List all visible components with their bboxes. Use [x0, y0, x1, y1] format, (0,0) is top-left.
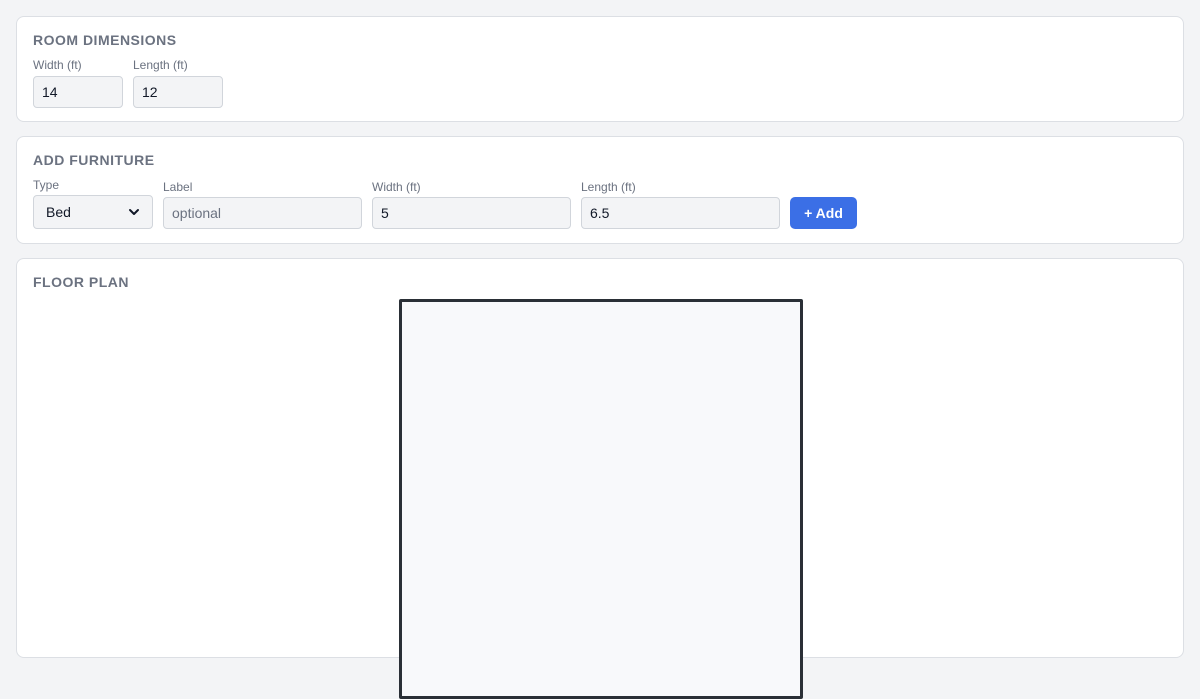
room-length-input[interactable]: [133, 76, 223, 108]
floor-plan-title: FLOOR PLAN: [33, 274, 129, 290]
furniture-type-value: Bed: [46, 204, 71, 220]
room-dimensions-card: ROOM DIMENSIONS Width (ft) Length (ft): [16, 16, 1184, 122]
add-furniture-button[interactable]: + Add: [790, 197, 857, 229]
furniture-length-input[interactable]: [581, 197, 780, 229]
furniture-width-input[interactable]: [372, 197, 571, 229]
furniture-label-input[interactable]: [163, 197, 362, 229]
furniture-width-label: Width (ft): [372, 180, 421, 194]
room-dimensions-title: ROOM DIMENSIONS: [33, 32, 177, 48]
furniture-label-label: Label: [163, 180, 193, 194]
furniture-type-label: Type: [33, 178, 60, 192]
room-width-label: Width (ft): [33, 58, 82, 72]
furniture-length-label: Length (ft): [581, 180, 636, 194]
furniture-type-select[interactable]: Bed: [33, 195, 153, 229]
add-furniture-card: ADD FURNITURE Type Bed Label Width (ft) …: [16, 136, 1184, 244]
floor-plan-card: FLOOR PLAN: [16, 258, 1184, 699]
room-length-label: Length (ft): [133, 58, 188, 72]
room-outline[interactable]: [399, 299, 803, 699]
chevron-down-icon: [129, 209, 139, 215]
room-width-input[interactable]: [33, 76, 123, 108]
add-furniture-title: ADD FURNITURE: [33, 152, 155, 168]
